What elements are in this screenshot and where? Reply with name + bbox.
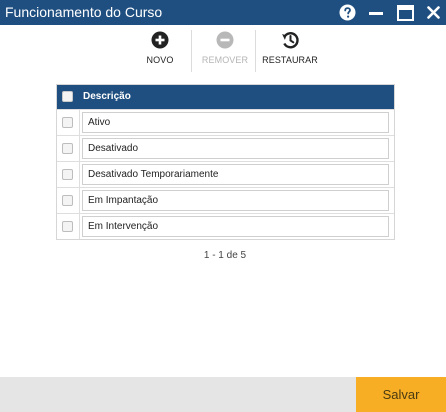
select-all-checkbox[interactable] [62, 91, 73, 102]
descricao-field[interactable]: Em Impantação [82, 190, 389, 211]
cell-divider [79, 162, 80, 187]
title-bar[interactable]: Funcionamento do Curso [0, 0, 446, 25]
row-checkbox[interactable] [62, 221, 73, 232]
remover-label: REMOVER [201, 55, 249, 65]
table-row: Ativo [57, 109, 394, 135]
data-grid: Descrição Ativo Desativado Desativado Te… [56, 84, 395, 240]
maximize-icon[interactable] [396, 4, 414, 21]
cell-divider [79, 110, 80, 135]
row-checkbox[interactable] [62, 195, 73, 206]
cell-divider [79, 188, 80, 213]
help-icon[interactable] [338, 4, 356, 21]
descricao-field[interactable]: Em Intervenção [82, 216, 389, 237]
table-row: Desativado [57, 135, 394, 161]
plus-circle-icon [150, 30, 170, 50]
remover-button[interactable]: REMOVER [196, 30, 254, 72]
restaurar-label: RESTAURAR [262, 55, 318, 65]
novo-label: NOVO [146, 55, 174, 65]
close-icon[interactable] [424, 4, 442, 21]
descricao-field[interactable]: Desativado Temporariamente [82, 164, 389, 185]
table-row: Em Impantação [57, 187, 394, 213]
dialog-window: Funcionamento do Curso NOVO REMOVER REST… [0, 0, 446, 412]
history-icon [280, 30, 300, 50]
descricao-field[interactable]: Ativo [82, 112, 389, 133]
table-row: Em Intervenção [57, 213, 394, 239]
cell-divider [79, 136, 80, 161]
column-header-descricao[interactable]: Descrição [83, 91, 131, 103]
save-button[interactable]: Salvar [356, 377, 446, 412]
window-title: Funcionamento do Curso [5, 4, 163, 20]
descricao-field[interactable]: Desativado [82, 138, 389, 159]
row-checkbox[interactable] [62, 143, 73, 154]
pagination-info: 1 - 1 de 5 [203, 250, 247, 261]
cell-divider [79, 214, 80, 239]
footer-bar: Salvar [0, 377, 446, 412]
grid-header: Descrição [57, 85, 394, 109]
row-checkbox[interactable] [62, 117, 73, 128]
row-checkbox[interactable] [62, 169, 73, 180]
novo-button[interactable]: NOVO [140, 30, 180, 72]
toolbar-divider [255, 30, 256, 72]
restaurar-button[interactable]: RESTAURAR [260, 30, 320, 72]
minus-circle-icon [215, 30, 235, 50]
toolbar-divider [191, 30, 192, 72]
table-row: Desativado Temporariamente [57, 161, 394, 187]
toolbar: NOVO REMOVER RESTAURAR [0, 28, 446, 74]
minimize-icon[interactable] [367, 4, 385, 21]
